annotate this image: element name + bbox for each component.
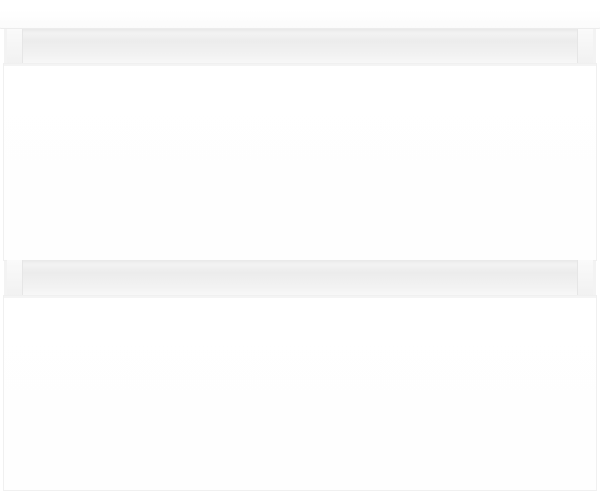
cabinet-body: [4, 29, 596, 490]
drawer-top-edge: [4, 64, 596, 66]
handle-groove-bottom: [7, 260, 593, 296]
drawer-bottom: [4, 296, 596, 490]
drawer-bottom-edge: [4, 296, 596, 298]
product-image: [0, 0, 600, 492]
handle-groove-top: [7, 29, 593, 64]
countertop: [0, 10, 600, 29]
drawer-top: [4, 64, 596, 260]
